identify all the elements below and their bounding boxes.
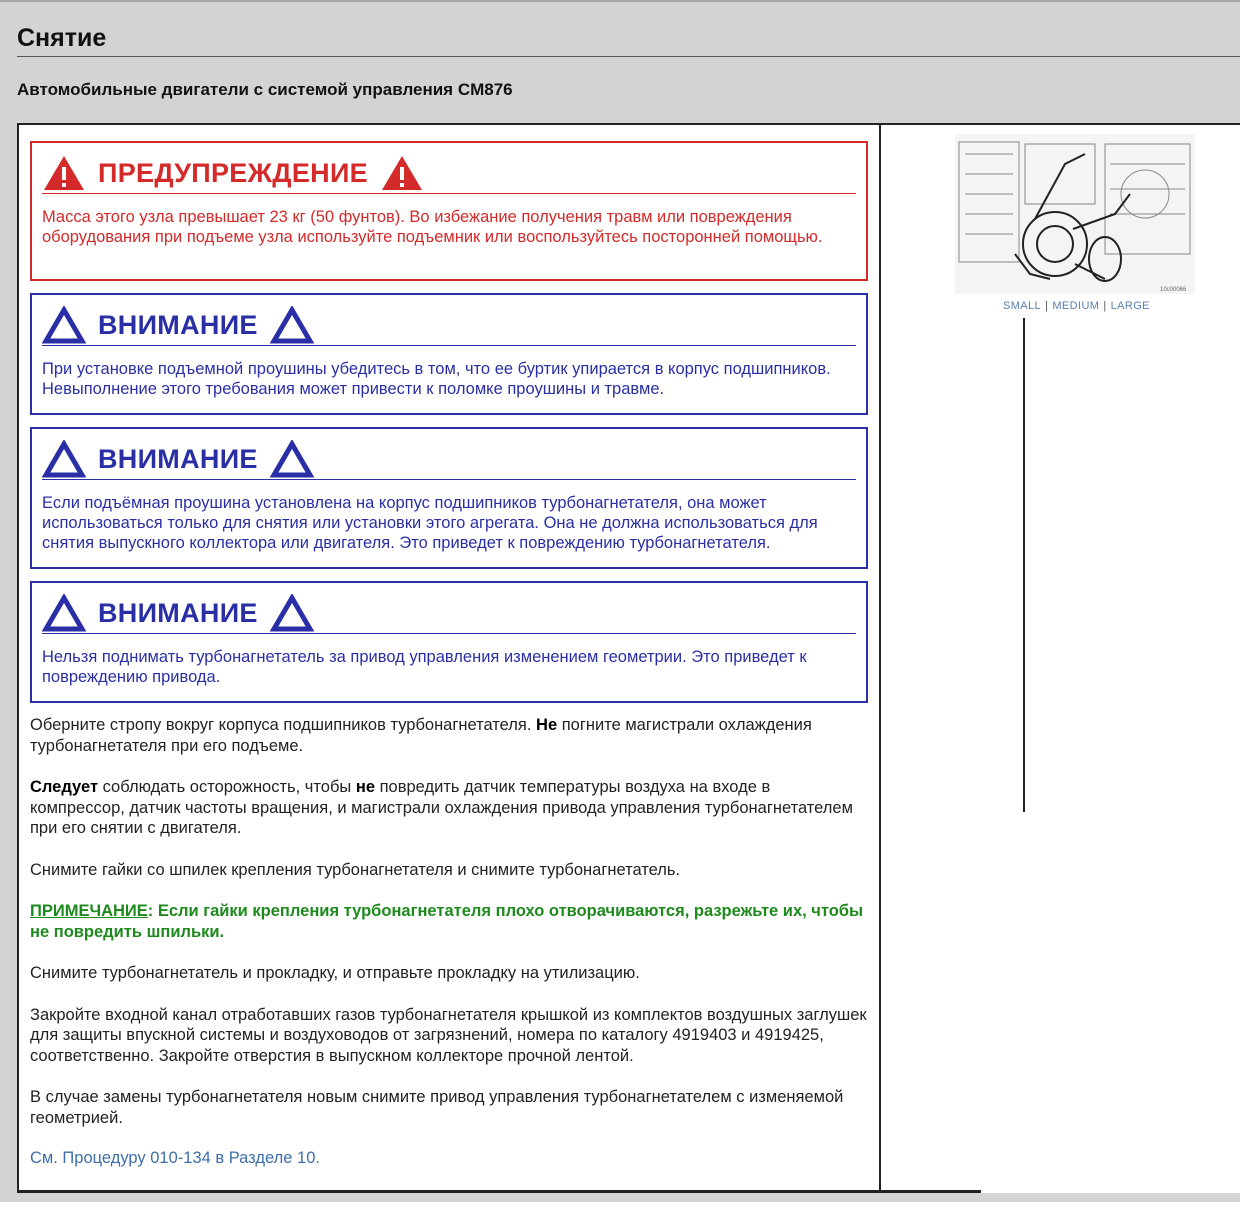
step-paragraph: Оберните стропу вокруг корпуса подшипник…	[30, 715, 868, 756]
caution-triangle-icon	[42, 306, 86, 344]
step-paragraph: Закройте входной канал отработавших газо…	[30, 1005, 867, 1065]
figure-side-line	[1023, 318, 1025, 812]
size-small-link[interactable]: SMALL	[1003, 300, 1041, 312]
caution-text: При установке подъемной проушины убедите…	[42, 360, 831, 398]
caution-header: ВНИМАНИЕ	[42, 305, 856, 346]
procedure-content: ПРЕДУПРЕЖДЕНИЕ Масса этого узла превышае…	[30, 141, 868, 1168]
emphasis-text: Следует	[30, 778, 99, 796]
caution-text: Если подъёмная проушина установлена на к…	[42, 494, 818, 552]
caution-title: ВНИМАНИЕ	[98, 443, 258, 474]
warning-text: Масса этого узла превышает 23 кг (50 фун…	[42, 208, 823, 246]
step-paragraph: Следует соблюдать осторожность, чтобы не…	[30, 777, 868, 839]
caution-box: ВНИМАНИЕ Если подъёмная проушина установ…	[30, 427, 868, 569]
caution-title: ВНИМАНИЕ	[98, 597, 258, 628]
caution-header: ВНИМАНИЕ	[42, 593, 856, 634]
caution-text: Нельзя поднимать турбонагнетатель за при…	[42, 648, 807, 686]
step-paragraph: Снимите гайки со шпилек крепления турбон…	[30, 860, 681, 879]
page-title: Снятие	[17, 24, 107, 52]
image-size-links: SMALL | MEDIUM | LARGE	[1003, 300, 1150, 312]
step-paragraph: Снимите турбонагнетатель и прокладку, и …	[30, 964, 640, 982]
note-text: : Если гайки крепления турбонагнетателя …	[30, 902, 864, 941]
note-paragraph: ПРИМЕЧАНИЕ: Если гайки крепления турбона…	[30, 901, 868, 942]
warning-title: ПРЕДУПРЕЖДЕНИЕ	[98, 157, 368, 188]
procedure-reference-link[interactable]: См. Процедуру 010-134 в Разделе 10.	[30, 1149, 320, 1167]
title-divider	[17, 56, 1240, 57]
caution-box: ВНИМАНИЕ При установке подъемной проушин…	[30, 293, 868, 415]
emphasis-text: не	[355, 778, 376, 796]
caution-header: ВНИМАНИЕ	[42, 439, 856, 480]
figure-code: 10c00066	[1160, 287, 1187, 293]
step-text: соблюдать осторожность, чтобы	[102, 778, 352, 796]
size-large-link[interactable]: LARGE	[1111, 300, 1150, 312]
top-rule	[0, 0, 1240, 2]
caution-triangle-icon	[42, 440, 86, 478]
column-divider	[879, 124, 881, 1192]
page-subtitle: Автомобильные двигатели с системой управ…	[17, 80, 513, 99]
caution-triangle-icon	[42, 594, 86, 632]
warning-box: ПРЕДУПРЕЖДЕНИЕ Масса этого узла превышае…	[30, 141, 868, 281]
warning-triangle-icon	[381, 156, 422, 190]
caution-triangle-icon	[269, 440, 314, 478]
emphasis-text: Не	[536, 716, 558, 734]
warning-header: ПРЕДУПРЕЖДЕНИЕ	[42, 153, 856, 194]
caution-box: ВНИМАНИЕ Нельзя поднимать турбонагнетате…	[30, 581, 868, 703]
size-medium-link[interactable]: MEDIUM	[1052, 300, 1099, 312]
note-label-link[interactable]: ПРИМЕЧАНИЕ	[30, 902, 148, 920]
warning-triangle-icon	[44, 156, 84, 190]
step-text: Оберните стропу вокруг корпуса подшипник…	[30, 716, 532, 734]
size-separator: |	[1045, 300, 1049, 312]
step-paragraph: В случае замены турбонагнетателя новым с…	[30, 1088, 844, 1127]
frame-bottom-border	[17, 1190, 981, 1193]
size-separator: |	[1103, 300, 1107, 312]
caution-title: ВНИМАНИЕ	[98, 309, 258, 340]
caution-triangle-icon	[269, 594, 314, 632]
turbocharger-thumbnail-image[interactable]: 10c00066	[955, 134, 1195, 294]
caution-triangle-icon	[269, 306, 314, 344]
